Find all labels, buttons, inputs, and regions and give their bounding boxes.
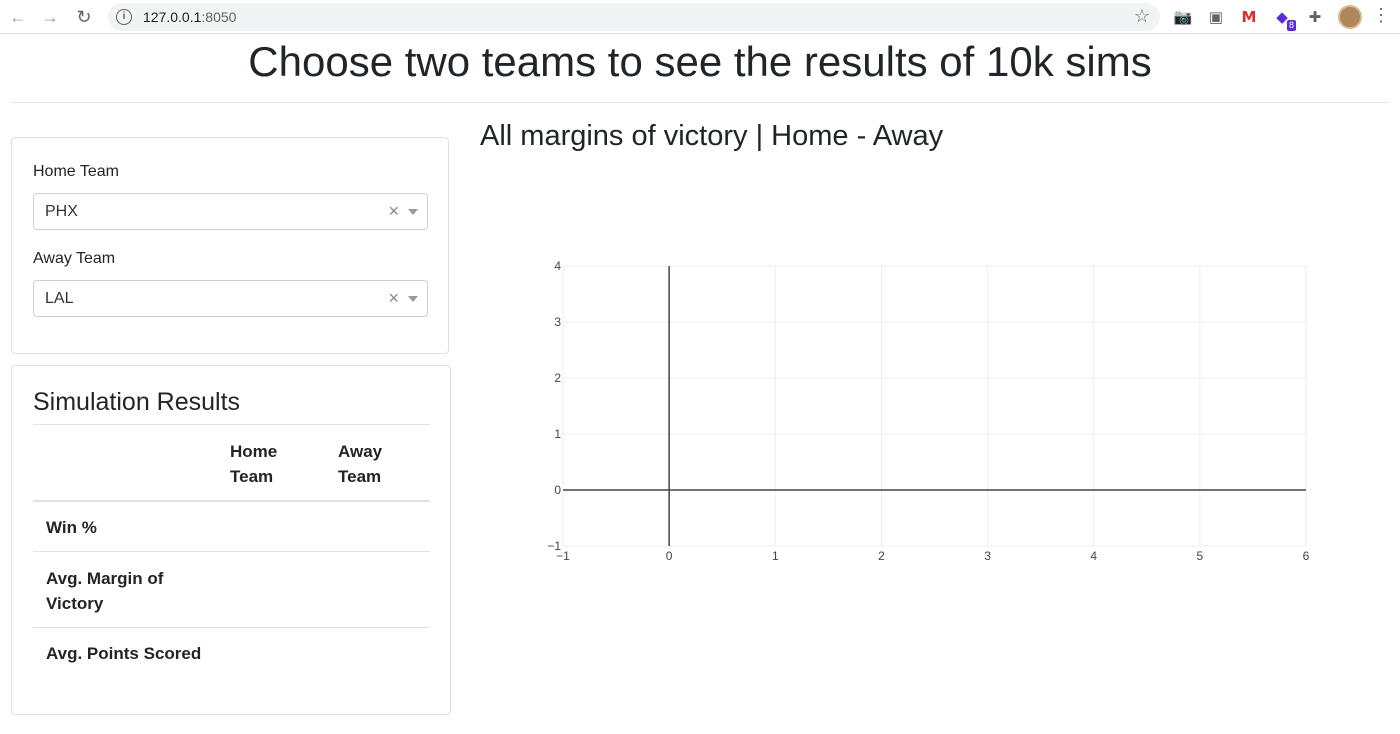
table-row-label: Avg. Margin of Victory bbox=[46, 566, 163, 616]
table-row-label: Avg. Points Scored bbox=[46, 644, 202, 663]
x-tick-label: 0 bbox=[666, 549, 673, 563]
browser-toolbar: ← → ↻ i 127.0.0.1:8050 ☆ 📷 ▣ M ◆ 8 ✚ ⋮ bbox=[0, 0, 1400, 34]
margin-of-victory-chart[interactable]: −1 0 1 2 3 4 5 643210−1 bbox=[530, 250, 1330, 580]
x-tick-label: 1 bbox=[772, 549, 779, 563]
y-tick-label: 3 bbox=[554, 315, 561, 329]
extension-badge: 8 bbox=[1286, 20, 1296, 31]
clear-icon[interactable]: × bbox=[388, 201, 399, 222]
divider bbox=[11, 102, 1389, 103]
y-tick-label: 2 bbox=[554, 371, 561, 385]
chart-title: All margins of victory | Home - Away bbox=[480, 120, 944, 152]
x-tick-label: 2 bbox=[878, 549, 885, 563]
away-team-dropdown[interactable]: LAL × bbox=[33, 280, 428, 317]
column-header-away-line2: Team bbox=[338, 467, 382, 486]
extension-icon[interactable]: ◆ 8 bbox=[1271, 6, 1296, 31]
table-row-label-line1: Avg. Margin of bbox=[46, 569, 164, 588]
column-header-away-line1: Away bbox=[338, 442, 383, 461]
y-tick-label: 1 bbox=[554, 427, 561, 441]
url-text: 127.0.0.1:8050 bbox=[143, 9, 236, 25]
chevron-down-icon[interactable] bbox=[408, 296, 418, 302]
star-icon[interactable]: ☆ bbox=[1134, 6, 1150, 27]
divider bbox=[33, 424, 430, 425]
table-row-label: Win % bbox=[46, 518, 97, 537]
away-team-value: LAL bbox=[45, 290, 74, 307]
home-team-value: PHX bbox=[45, 203, 78, 220]
away-team-label: Away Team bbox=[33, 250, 116, 267]
column-header-home: Home Team bbox=[230, 439, 277, 489]
chevron-down-icon[interactable] bbox=[408, 209, 418, 215]
clear-icon[interactable]: × bbox=[388, 288, 399, 309]
column-header-away: Away Team bbox=[338, 439, 382, 489]
table-header-divider bbox=[33, 500, 430, 502]
y-tick-label: 0 bbox=[554, 483, 561, 497]
puzzle-icon[interactable]: ✚ bbox=[1304, 6, 1326, 28]
page-title: Choose two teams to see the results of 1… bbox=[248, 38, 1152, 85]
y-tick-label: 4 bbox=[554, 259, 561, 273]
info-icon[interactable]: i bbox=[116, 9, 132, 25]
home-team-label: Home Team bbox=[33, 163, 119, 180]
team-selection-card: Home Team PHX × Away Team LAL × bbox=[11, 137, 449, 354]
results-title: Simulation Results bbox=[33, 388, 241, 416]
x-tick-label: 6 bbox=[1303, 549, 1310, 563]
avatar[interactable] bbox=[1338, 5, 1362, 29]
forward-arrow-icon[interactable]: → bbox=[38, 5, 62, 29]
camera-icon[interactable]: 📷 bbox=[1172, 6, 1194, 28]
table-row-label-line2: Victory bbox=[46, 594, 104, 613]
gmail-icon[interactable]: M bbox=[1238, 6, 1260, 28]
home-team-dropdown[interactable]: PHX × bbox=[33, 193, 428, 230]
table-row-divider bbox=[33, 551, 430, 552]
address-bar[interactable]: i 127.0.0.1:8050 ☆ bbox=[108, 3, 1160, 31]
column-header-home-line2: Team bbox=[230, 467, 274, 486]
url-port: :8050 bbox=[201, 9, 237, 25]
back-arrow-icon[interactable]: ← bbox=[6, 5, 30, 29]
x-tick-label: 5 bbox=[1197, 549, 1204, 563]
simulation-results-card: Simulation Results Home Team Away Team W… bbox=[11, 365, 451, 715]
column-header-home-line1: Home bbox=[230, 442, 278, 461]
x-tick-label: 4 bbox=[1090, 549, 1097, 563]
reload-icon[interactable]: ↻ bbox=[72, 5, 96, 29]
url-host: 127.0.0.1 bbox=[143, 9, 202, 25]
more-icon[interactable]: ⋮ bbox=[1372, 5, 1390, 26]
y-tick-label: −1 bbox=[547, 539, 561, 553]
cast-icon[interactable]: ▣ bbox=[1205, 6, 1227, 28]
x-tick-label: 3 bbox=[984, 549, 991, 563]
table-row-divider bbox=[33, 627, 430, 628]
